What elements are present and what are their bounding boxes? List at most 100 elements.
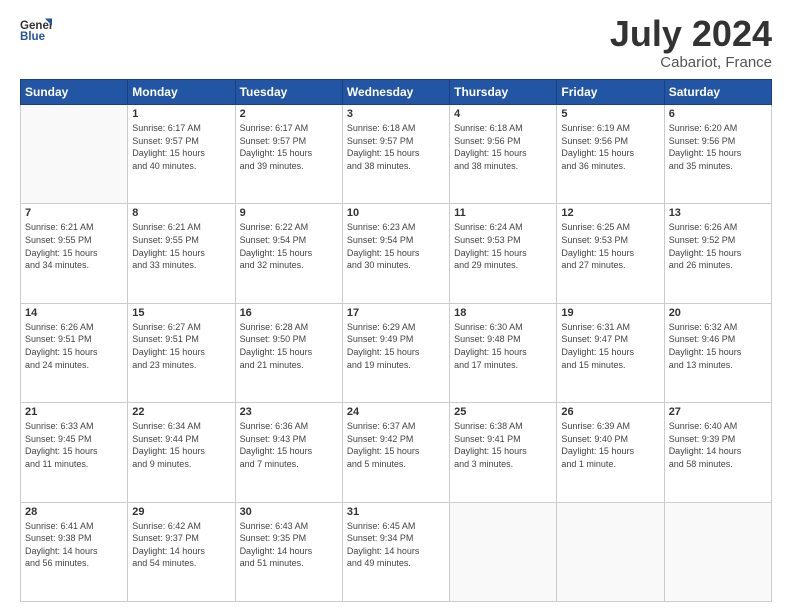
day-info: Sunrise: 6:26 AM Sunset: 9:51 PM Dayligh… (25, 321, 123, 371)
day-number: 24 (347, 406, 445, 418)
day-number: 13 (669, 207, 767, 219)
day-info: Sunrise: 6:38 AM Sunset: 9:41 PM Dayligh… (454, 420, 552, 470)
day-info: Sunrise: 6:32 AM Sunset: 9:46 PM Dayligh… (669, 321, 767, 371)
day-info: Sunrise: 6:20 AM Sunset: 9:56 PM Dayligh… (669, 122, 767, 172)
day-info: Sunrise: 6:42 AM Sunset: 9:37 PM Dayligh… (132, 520, 230, 570)
day-info: Sunrise: 6:31 AM Sunset: 9:47 PM Dayligh… (561, 321, 659, 371)
table-row (557, 502, 664, 601)
table-row: 23 Sunrise: 6:36 AM Sunset: 9:43 PM Dayli… (235, 403, 342, 502)
table-row: 25 Sunrise: 6:38 AM Sunset: 9:41 PM Dayli… (450, 403, 557, 502)
table-row: 7 Sunrise: 6:21 AM Sunset: 9:55 PM Daylig… (21, 204, 128, 303)
day-info: Sunrise: 6:33 AM Sunset: 9:45 PM Dayligh… (25, 420, 123, 470)
day-number: 30 (240, 506, 338, 518)
day-info: Sunrise: 6:18 AM Sunset: 9:57 PM Dayligh… (347, 122, 445, 172)
calendar-week-row: 7 Sunrise: 6:21 AM Sunset: 9:55 PM Daylig… (21, 204, 772, 303)
calendar-header-row: Sunday Monday Tuesday Wednesday Thursday… (21, 80, 772, 105)
logo: General Blue (20, 16, 52, 44)
calendar-week-row: 21 Sunrise: 6:33 AM Sunset: 9:45 PM Dayli… (21, 403, 772, 502)
table-row: 18 Sunrise: 6:30 AM Sunset: 9:48 PM Dayli… (450, 303, 557, 402)
day-number: 26 (561, 406, 659, 418)
table-row: 11Sunrise: 6:24 AM Sunset: 9:53 PM Dayli… (450, 204, 557, 303)
table-row (21, 105, 128, 204)
table-row: 15 Sunrise: 6:27 AM Sunset: 9:51 PM Dayli… (128, 303, 235, 402)
day-info: Sunrise: 6:37 AM Sunset: 9:42 PM Dayligh… (347, 420, 445, 470)
day-info: Sunrise: 6:19 AM Sunset: 9:56 PM Dayligh… (561, 122, 659, 172)
table-row: 5 Sunrise: 6:19 AM Sunset: 9:56 PM Daylig… (557, 105, 664, 204)
day-number: 22 (132, 406, 230, 418)
day-number: 10 (347, 207, 445, 219)
col-wednesday: Wednesday (342, 80, 449, 105)
col-friday: Friday (557, 80, 664, 105)
day-number: 16 (240, 307, 338, 319)
day-number: 9 (240, 207, 338, 219)
table-row: 10 Sunrise: 6:23 AM Sunset: 9:54 PM Dayli… (342, 204, 449, 303)
day-number: 2 (240, 108, 338, 120)
month-year: July 2024 (610, 16, 772, 52)
day-info: Sunrise: 6:43 AM Sunset: 9:35 PM Dayligh… (240, 520, 338, 570)
day-number: 15 (132, 307, 230, 319)
day-number: 18 (454, 307, 552, 319)
day-info: Sunrise: 6:22 AM Sunset: 9:54 PM Dayligh… (240, 221, 338, 271)
calendar-table: Sunday Monday Tuesday Wednesday Thursday… (20, 79, 772, 602)
title-block: July 2024 Cabariot, France (610, 16, 772, 71)
day-number: 29 (132, 506, 230, 518)
table-row: 3 Sunrise: 6:18 AM Sunset: 9:57 PM Daylig… (342, 105, 449, 204)
table-row (664, 502, 771, 601)
day-number: 3 (347, 108, 445, 120)
table-row: 24 Sunrise: 6:37 AM Sunset: 9:42 PM Dayli… (342, 403, 449, 502)
day-number: 25 (454, 406, 552, 418)
day-number: 7 (25, 207, 123, 219)
logo-icon: General Blue (20, 16, 52, 44)
day-number: 6 (669, 108, 767, 120)
table-row: 4Sunrise: 6:18 AM Sunset: 9:56 PM Daylig… (450, 105, 557, 204)
table-row: 16 Sunrise: 6:28 AM Sunset: 9:50 PM Dayli… (235, 303, 342, 402)
page: General Blue July 2024 Cabariot, France … (0, 0, 792, 612)
day-number: 5 (561, 108, 659, 120)
day-info: Sunrise: 6:40 AM Sunset: 9:39 PM Dayligh… (669, 420, 767, 470)
table-row: 29 Sunrise: 6:42 AM Sunset: 9:37 PM Dayli… (128, 502, 235, 601)
col-tuesday: Tuesday (235, 80, 342, 105)
day-info: Sunrise: 6:39 AM Sunset: 9:40 PM Dayligh… (561, 420, 659, 470)
header: General Blue July 2024 Cabariot, France (20, 16, 772, 71)
table-row: 8 Sunrise: 6:21 AM Sunset: 9:55 PM Daylig… (128, 204, 235, 303)
table-row: 30 Sunrise: 6:43 AM Sunset: 9:35 PM Dayli… (235, 502, 342, 601)
table-row: 31Sunrise: 6:45 AM Sunset: 9:34 PM Dayli… (342, 502, 449, 601)
table-row: 28 Sunrise: 6:41 AM Sunset: 9:38 PM Dayli… (21, 502, 128, 601)
table-row: 6 Sunrise: 6:20 AM Sunset: 9:56 PM Daylig… (664, 105, 771, 204)
day-number: 4 (454, 108, 552, 120)
col-thursday: Thursday (450, 80, 557, 105)
day-info: Sunrise: 6:27 AM Sunset: 9:51 PM Dayligh… (132, 321, 230, 371)
day-number: 28 (25, 506, 123, 518)
table-row: 1 Sunrise: 6:17 AM Sunset: 9:57 PM Daylig… (128, 105, 235, 204)
day-number: 12 (561, 207, 659, 219)
day-number: 8 (132, 207, 230, 219)
day-info: Sunrise: 6:23 AM Sunset: 9:54 PM Dayligh… (347, 221, 445, 271)
day-number: 1 (132, 108, 230, 120)
table-row: 27Sunrise: 6:40 AM Sunset: 9:39 PM Dayli… (664, 403, 771, 502)
day-info: Sunrise: 6:36 AM Sunset: 9:43 PM Dayligh… (240, 420, 338, 470)
table-row: 13 Sunrise: 6:26 AM Sunset: 9:52 PM Dayli… (664, 204, 771, 303)
calendar-week-row: 1 Sunrise: 6:17 AM Sunset: 9:57 PM Daylig… (21, 105, 772, 204)
day-number: 14 (25, 307, 123, 319)
day-info: Sunrise: 6:26 AM Sunset: 9:52 PM Dayligh… (669, 221, 767, 271)
day-info: Sunrise: 6:29 AM Sunset: 9:49 PM Dayligh… (347, 321, 445, 371)
day-info: Sunrise: 6:34 AM Sunset: 9:44 PM Dayligh… (132, 420, 230, 470)
location: Cabariot, France (610, 54, 772, 71)
calendar-week-row: 28 Sunrise: 6:41 AM Sunset: 9:38 PM Dayli… (21, 502, 772, 601)
day-number: 19 (561, 307, 659, 319)
day-info: Sunrise: 6:21 AM Sunset: 9:55 PM Dayligh… (25, 221, 123, 271)
day-number: 31 (347, 506, 445, 518)
day-info: Sunrise: 6:30 AM Sunset: 9:48 PM Dayligh… (454, 321, 552, 371)
day-number: 20 (669, 307, 767, 319)
col-saturday: Saturday (664, 80, 771, 105)
day-number: 21 (25, 406, 123, 418)
day-info: Sunrise: 6:28 AM Sunset: 9:50 PM Dayligh… (240, 321, 338, 371)
day-info: Sunrise: 6:21 AM Sunset: 9:55 PM Dayligh… (132, 221, 230, 271)
table-row: 12Sunrise: 6:25 AM Sunset: 9:53 PM Dayli… (557, 204, 664, 303)
table-row: 9 Sunrise: 6:22 AM Sunset: 9:54 PM Daylig… (235, 204, 342, 303)
table-row: 14 Sunrise: 6:26 AM Sunset: 9:51 PM Dayli… (21, 303, 128, 402)
day-info: Sunrise: 6:41 AM Sunset: 9:38 PM Dayligh… (25, 520, 123, 570)
svg-text:Blue: Blue (20, 31, 46, 43)
day-number: 23 (240, 406, 338, 418)
day-info: Sunrise: 6:17 AM Sunset: 9:57 PM Dayligh… (132, 122, 230, 172)
